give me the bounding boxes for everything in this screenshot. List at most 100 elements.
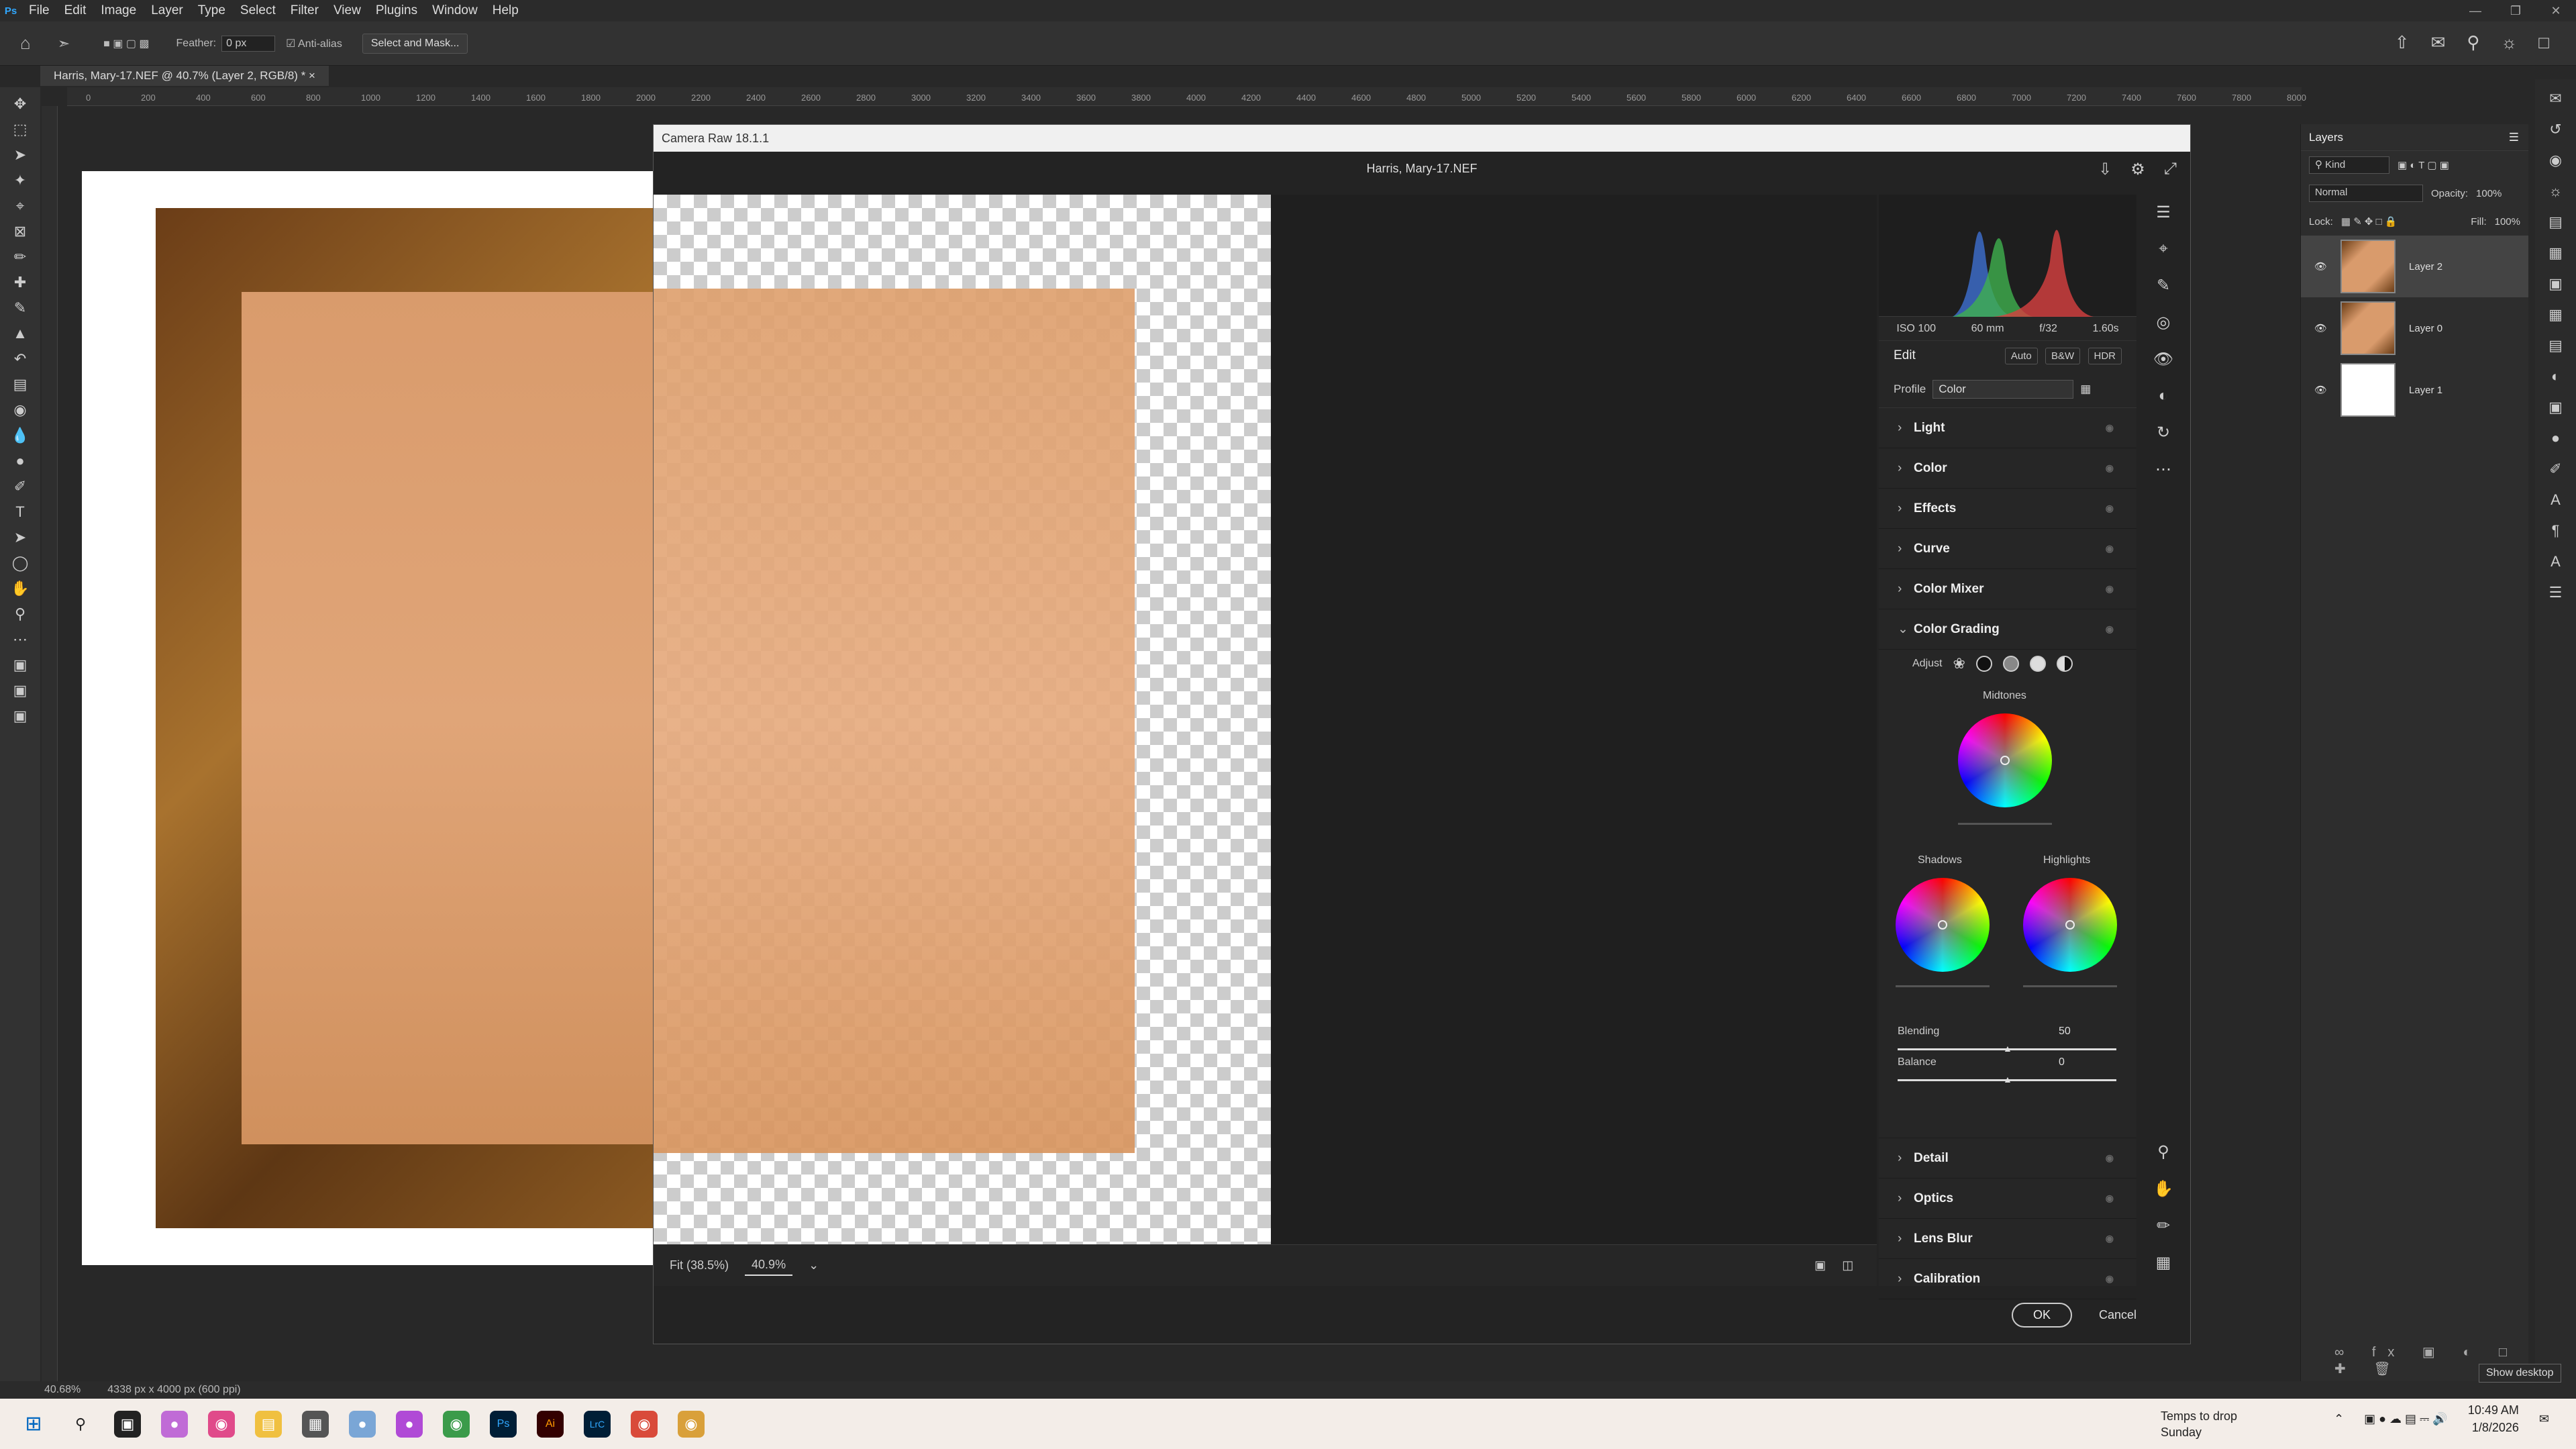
image-preview[interactable] bbox=[654, 195, 1877, 1244]
highlights-luminance-slider[interactable] bbox=[2023, 985, 2117, 987]
hand-icon[interactable]: ✋ bbox=[2153, 1179, 2173, 1199]
weather-widget[interactable]: Temps to drop Sunday bbox=[2161, 1408, 2237, 1440]
calculator-icon[interactable]: ▦ bbox=[302, 1410, 329, 1438]
blending-slider[interactable]: ▲ bbox=[1898, 1043, 2116, 1054]
lightroom-classic-icon[interactable]: LrC bbox=[584, 1410, 611, 1438]
patterns-icon[interactable]: ▦ bbox=[2548, 306, 2563, 323]
section-optics[interactable]: › Optics ◉ bbox=[1879, 1179, 2136, 1219]
zoom-icon[interactable]: ⚲ bbox=[2157, 1142, 2169, 1162]
section-effects[interactable]: › Effects ◉ bbox=[1879, 489, 2136, 529]
brush-tool-icon[interactable]: ✎ bbox=[7, 297, 34, 319]
opacity-value[interactable]: 100% bbox=[2476, 188, 2502, 199]
zoom-level[interactable]: 40.68% bbox=[44, 1384, 81, 1396]
photoshop-icon[interactable]: Ps bbox=[490, 1410, 517, 1438]
search-icon[interactable]: ⚲ bbox=[2467, 32, 2479, 53]
layer-name[interactable]: Layer 0 bbox=[2409, 323, 2442, 334]
menu-edit[interactable]: Edit bbox=[57, 3, 94, 18]
more-tools-icon[interactable]: ⋯ bbox=[7, 628, 34, 651]
file-explorer-icon[interactable]: ▤ bbox=[255, 1410, 282, 1438]
notification-icon[interactable]: ✉ bbox=[2539, 1412, 2549, 1426]
shape-tool-icon[interactable]: ◯ bbox=[7, 552, 34, 574]
section-calibration[interactable]: › Calibration ◉ bbox=[1879, 1259, 2136, 1299]
quick-select-icon[interactable]: ✦ bbox=[7, 169, 34, 192]
layer-row[interactable]: 👁 Layer 1 bbox=[2301, 359, 2528, 421]
midtones-handle[interactable] bbox=[2000, 756, 2010, 765]
menu-select[interactable]: Select bbox=[233, 3, 283, 18]
highlights-handle[interactable] bbox=[2065, 920, 2075, 930]
glyphs-icon[interactable]: A bbox=[2551, 553, 2561, 570]
single-view-icon[interactable]: ▣ bbox=[1814, 1258, 1826, 1272]
menu-image[interactable]: Image bbox=[93, 3, 144, 18]
eye-icon[interactable]: ◉ bbox=[2106, 543, 2114, 554]
shadows-handle[interactable] bbox=[1938, 920, 1947, 930]
cancel-button[interactable]: Cancel bbox=[2099, 1308, 2136, 1322]
frame-tool-icon[interactable]: ⊠ bbox=[7, 220, 34, 243]
app-icon-2[interactable]: ● bbox=[349, 1410, 376, 1438]
share-icon[interactable]: ⇧ bbox=[2395, 32, 2410, 53]
visibility-eye-icon[interactable]: 👁 bbox=[2314, 260, 2327, 272]
eye-icon[interactable]: ◉ bbox=[2106, 583, 2114, 595]
settings-gear-icon[interactable]: ⚙ bbox=[2130, 160, 2145, 179]
menu-view[interactable]: View bbox=[326, 3, 368, 18]
chrome-icon[interactable]: ◉ bbox=[443, 1410, 470, 1438]
app-icon-3[interactable]: ● bbox=[396, 1410, 423, 1438]
balance-thumb[interactable]: ▲ bbox=[2003, 1074, 2012, 1085]
red-eye-icon[interactable]: 👁 bbox=[2153, 350, 2173, 369]
search-icon[interactable]: ⚲ bbox=[67, 1411, 94, 1438]
hdr-button[interactable]: HDR bbox=[2088, 348, 2122, 364]
auto-button[interactable]: Auto bbox=[2004, 348, 2038, 364]
menu-type[interactable]: Type bbox=[191, 3, 233, 18]
midtones-luminance-slider[interactable] bbox=[1958, 823, 2052, 825]
marquee-tool-icon[interactable]: ⬚ bbox=[7, 118, 34, 141]
histogram-icon[interactable]: ▤ bbox=[2548, 213, 2563, 231]
kind-filter-select[interactable]: ⚲ Kind bbox=[2309, 156, 2389, 174]
eye-icon[interactable]: ◉ bbox=[2106, 462, 2114, 474]
eye-icon[interactable]: ◉ bbox=[2106, 1273, 2114, 1285]
illustrator-icon[interactable]: Ai bbox=[537, 1410, 564, 1438]
layers-icon[interactable]: ☰ bbox=[2549, 584, 2563, 601]
balance-value[interactable]: 0 bbox=[2059, 1056, 2065, 1068]
dodge-tool-icon[interactable]: ● bbox=[7, 450, 34, 472]
balance-slider[interactable]: ▲ bbox=[1898, 1074, 2116, 1085]
color-swatches-icon[interactable]: ▣ bbox=[7, 654, 34, 677]
zoom-dropdown-icon[interactable]: ⌄ bbox=[809, 1258, 819, 1272]
ok-button[interactable]: OK bbox=[2011, 1302, 2072, 1328]
lasso-tool-icon[interactable]: ➤ bbox=[7, 144, 34, 166]
zoom-value[interactable]: 40.9% bbox=[745, 1255, 793, 1276]
stamp-tool-icon[interactable]: ▲ bbox=[7, 322, 34, 345]
midtones-mode-icon[interactable] bbox=[2002, 656, 2019, 672]
task-view-icon[interactable]: ▣ bbox=[114, 1410, 141, 1438]
minimize-icon[interactable]: — bbox=[2455, 0, 2495, 21]
home-icon[interactable]: ⌂ bbox=[20, 33, 31, 54]
select-and-mask-button[interactable]: Select and Mask... bbox=[362, 33, 468, 54]
quick-mask-icon[interactable]: ▣ bbox=[7, 679, 34, 702]
tab-close-icon[interactable]: × bbox=[309, 69, 315, 82]
paths-icon[interactable]: ✐ bbox=[2549, 460, 2561, 478]
properties-icon[interactable]: ▤ bbox=[2548, 337, 2563, 354]
save-image-icon[interactable]: ⇩ bbox=[2098, 160, 2112, 179]
shadows-mode-icon[interactable] bbox=[1975, 656, 1992, 672]
lasso-tool-icon[interactable]: ➣ bbox=[58, 35, 70, 52]
menu-help[interactable]: Help bbox=[485, 3, 526, 18]
presets-icon[interactable]: ◐ bbox=[2159, 387, 2169, 405]
selection-mode-icon[interactable]: ■ ▣ ▢ ▩ bbox=[103, 37, 149, 50]
layer-row[interactable]: 👁 Layer 0 bbox=[2301, 297, 2528, 359]
move-tool-icon[interactable]: ✥ bbox=[7, 93, 34, 115]
eraser-icon[interactable]: ▤ bbox=[7, 373, 34, 396]
blend-mode-select[interactable]: Normal bbox=[2309, 185, 2423, 202]
chrome-icon-3[interactable]: ◉ bbox=[678, 1410, 705, 1438]
more-icon[interactable]: ⋯ bbox=[2155, 460, 2171, 479]
zoom-tool-icon[interactable]: ⚲ bbox=[7, 603, 34, 626]
highlights-wheel[interactable] bbox=[2023, 878, 2117, 972]
styles-icon[interactable]: ◐ bbox=[2551, 368, 2560, 385]
color-icon[interactable]: ◉ bbox=[2549, 152, 2562, 169]
profile-browser-icon[interactable]: ▦ bbox=[2080, 383, 2091, 396]
layer-name[interactable]: Layer 2 bbox=[2409, 261, 2442, 272]
blur-tool-icon[interactable]: 💧 bbox=[7, 424, 34, 447]
section-lens-blur[interactable]: › Lens Blur ◉ bbox=[1879, 1219, 2136, 1259]
remove-tool-icon[interactable]: ✎ bbox=[2157, 276, 2170, 295]
document-tab[interactable]: Harris, Mary-17.NEF @ 40.7% (Layer 2, RG… bbox=[40, 66, 329, 86]
bell-icon[interactable]: ✉ bbox=[2431, 32, 2446, 53]
layer-name[interactable]: Layer 1 bbox=[2409, 385, 2442, 396]
menu-window[interactable]: Window bbox=[425, 3, 485, 18]
